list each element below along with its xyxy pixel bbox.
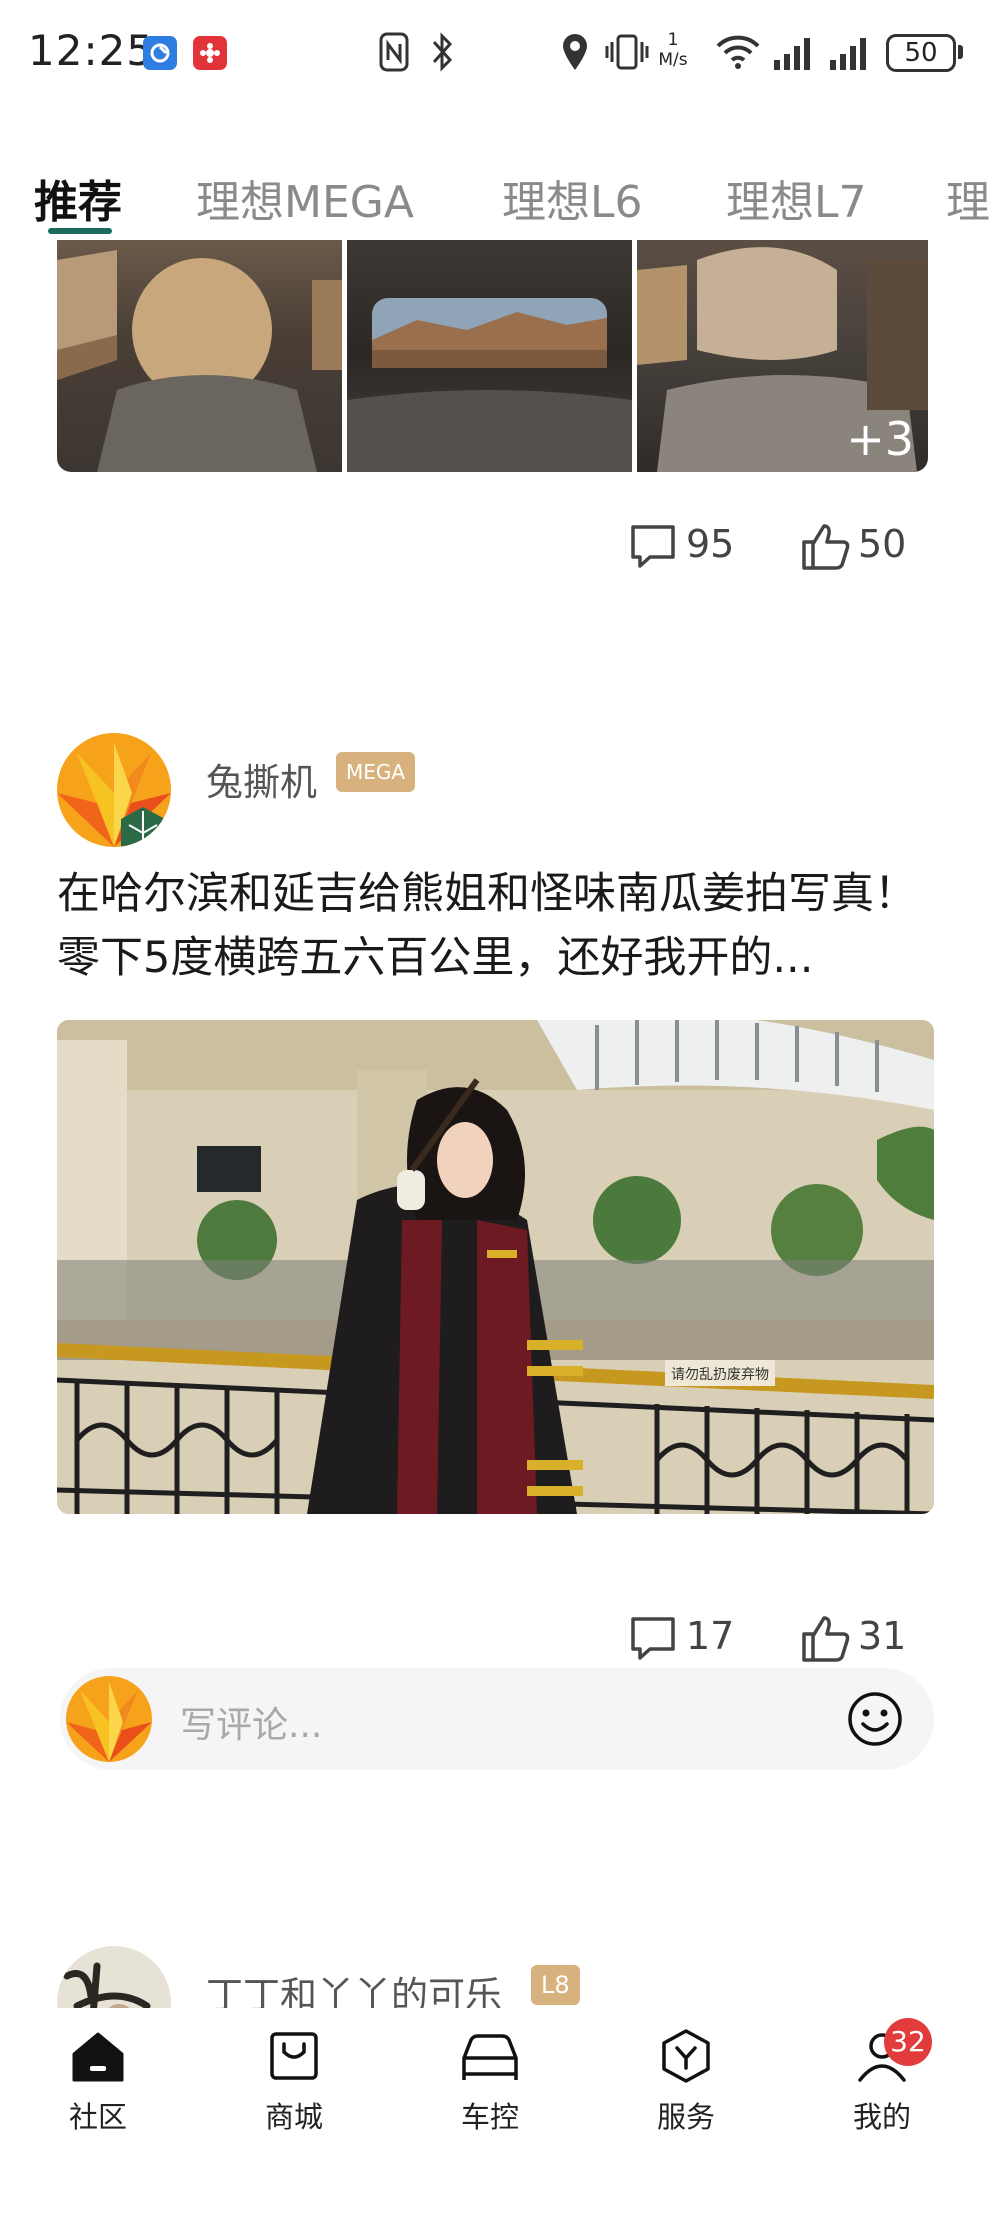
like-count: 50 — [858, 522, 907, 566]
nfc-icon — [379, 32, 409, 72]
post-title[interactable]: 在哈尔滨和延吉给熊姐和怪味南瓜姜拍写真！零下5度横跨五六百公里，还好我开的... — [57, 862, 937, 990]
sign-text: 请勿乱扔废弃物 — [671, 1367, 769, 1383]
post-thumbnail[interactable] — [57, 240, 342, 472]
notification-badge: 32 — [884, 2018, 932, 2066]
nav-label: 社区 — [68, 2100, 127, 2134]
post-photo-grid[interactable]: +3 — [57, 240, 928, 472]
author-name[interactable]: 兔撕机 — [206, 752, 317, 806]
current-user-avatar — [66, 1676, 152, 1762]
vehicle-badge: MEGA — [336, 752, 416, 792]
nav-community[interactable]: 社区 — [38, 2028, 158, 2148]
comment-placeholder: 写评论... — [180, 1705, 323, 1746]
tab-li-more[interactable]: 理 — [946, 166, 990, 230]
more-photos-count: +3 — [846, 412, 914, 466]
post-thumbnail[interactable] — [347, 240, 632, 472]
vibrate-icon — [605, 34, 649, 70]
nav-car-control[interactable]: 车控 — [430, 2028, 550, 2148]
post-thumbnail[interactable]: +3 — [637, 240, 928, 472]
comment-button[interactable]: 17 — [628, 1612, 748, 1662]
category-tabs: 推荐 理想MEGA 理想L6 理想L7 理 — [0, 150, 1008, 240]
service-icon — [662, 2029, 710, 2083]
post-actions: 95 50 — [628, 520, 928, 570]
battery-tip — [958, 45, 963, 59]
nav-shop[interactable]: 商城 — [234, 2028, 354, 2148]
nav-services[interactable]: 服务 — [626, 2028, 746, 2148]
emoji-icon[interactable] — [846, 1690, 904, 1748]
network-speed-value: 1 — [667, 30, 679, 50]
nav-label: 商城 — [264, 2100, 323, 2134]
tab-li-l6[interactable]: 理想L6 — [502, 166, 643, 230]
car-icon — [462, 2034, 518, 2080]
wifi-icon — [716, 35, 760, 69]
signal-2-icon — [830, 38, 866, 70]
location-icon — [563, 34, 587, 70]
status-bar: 12:25 1 M/s 50 — [0, 0, 1008, 110]
comment-input[interactable]: 写评论... — [60, 1668, 934, 1770]
nav-label: 车控 — [460, 2100, 519, 2134]
signal-1-icon — [774, 38, 810, 70]
bottom-navigation: 社区 商城 车控 服务 我的 32 — [0, 2008, 1008, 2232]
app-notification-flower-icon — [193, 36, 227, 70]
network-speed-unit: M/s — [658, 50, 688, 70]
nav-profile[interactable]: 我的 32 — [822, 2018, 942, 2148]
bluetooth-icon — [432, 32, 453, 72]
app-notification-icon — [143, 36, 177, 70]
comment-icon — [631, 1617, 675, 1660]
thumbs-up-icon — [802, 1616, 850, 1662]
tab-recommended[interactable]: 推荐 — [34, 166, 122, 230]
post-actions: 17 31 — [628, 1612, 928, 1662]
thumbs-up-icon — [802, 524, 850, 570]
nav-label: 我的 — [852, 2100, 911, 2134]
tab-li-l7[interactable]: 理想L7 — [726, 166, 867, 230]
like-button[interactable]: 31 — [800, 1612, 928, 1662]
network-speed: 1 M/s — [656, 30, 690, 70]
comment-count: 95 — [686, 522, 735, 566]
battery-indicator: 50 — [886, 34, 956, 72]
like-count: 31 — [858, 1614, 907, 1658]
tab-li-mega[interactable]: 理想MEGA — [196, 166, 414, 230]
comment-icon — [631, 525, 675, 568]
home-icon — [72, 2032, 124, 2082]
author-avatar[interactable] — [57, 733, 171, 847]
shopping-bag-icon — [270, 2032, 318, 2080]
status-time: 12:25 — [28, 26, 155, 75]
comment-count: 17 — [686, 1614, 735, 1658]
tab-active-indicator — [48, 228, 112, 234]
nav-label: 服务 — [656, 2100, 715, 2134]
comment-button[interactable]: 95 — [628, 520, 748, 570]
like-button[interactable]: 50 — [800, 520, 928, 570]
post-main-photo[interactable]: 请勿乱扔废弃物 — [57, 1020, 934, 1514]
vehicle-badge: L8 — [531, 1965, 580, 2005]
